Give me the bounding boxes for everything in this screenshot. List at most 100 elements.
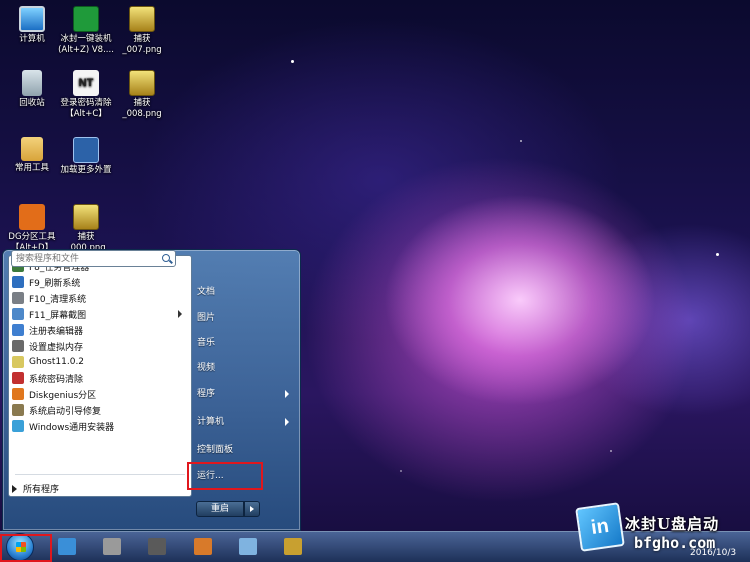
taskbar-pen[interactable] bbox=[231, 535, 265, 559]
program-item-label: Ghost11.0.2 bbox=[29, 357, 85, 367]
installer-icon bbox=[12, 420, 24, 432]
program-item-clean-system[interactable]: F10_清理系统 bbox=[12, 290, 86, 306]
png-file-icon bbox=[129, 6, 155, 32]
desktop-icon-label: 冰封一键装机 (Alt+Z) V8.... bbox=[58, 34, 114, 55]
load-more-icon bbox=[73, 137, 99, 163]
nt-glyph: NT bbox=[78, 77, 94, 89]
desktop-icon-ice-installer[interactable]: 冰封一键装机 (Alt+Z) V8.... bbox=[54, 6, 118, 56]
memory-icon bbox=[12, 340, 24, 352]
png-file-icon bbox=[129, 70, 155, 96]
program-item-label: F10_清理系统 bbox=[29, 294, 87, 305]
right-item-label: 文档 bbox=[197, 287, 216, 297]
star bbox=[716, 253, 719, 256]
star bbox=[400, 470, 402, 472]
start-right-music[interactable]: 音乐 bbox=[197, 335, 297, 351]
program-item-label: F9_刷新系统 bbox=[29, 278, 81, 289]
password-clear-icon: NT bbox=[73, 70, 99, 96]
broom-icon bbox=[12, 292, 24, 304]
desktop-icon-capture-008[interactable]: 捕获 _008.png bbox=[110, 70, 174, 120]
all-programs-label: 所有程序 bbox=[23, 485, 60, 495]
right-item-label: 图片 bbox=[197, 313, 216, 323]
search-input[interactable] bbox=[11, 250, 176, 267]
tool-icon bbox=[103, 538, 121, 555]
program-item-registry-editor[interactable]: 注册表编辑器 bbox=[12, 322, 83, 338]
screenshot-icon bbox=[12, 308, 24, 320]
key-icon bbox=[12, 372, 24, 384]
png-file-icon bbox=[73, 204, 99, 230]
right-item-label: 音乐 bbox=[197, 338, 216, 348]
program-item-password-clear[interactable]: 系统密码清除 bbox=[12, 370, 83, 386]
submenu-arrow-icon bbox=[178, 310, 182, 318]
recycle-bin-icon bbox=[22, 70, 42, 96]
pen-icon bbox=[239, 538, 257, 555]
program-item-label: 设置虚拟内存 bbox=[29, 342, 84, 353]
program-item-windows-installer[interactable]: Windows通用安装器 bbox=[12, 418, 114, 434]
desktop-icon-label: 捕获 _008.png bbox=[122, 98, 162, 119]
desktop-icon-capture-007[interactable]: 捕获 _007.png bbox=[110, 6, 174, 56]
start-right-pictures[interactable]: 图片 bbox=[197, 310, 297, 326]
taskbar-tool[interactable] bbox=[95, 535, 129, 559]
registry-icon bbox=[12, 324, 24, 336]
watermark-logo-text: in bbox=[589, 514, 611, 540]
right-item-label: 计算机 bbox=[197, 417, 225, 427]
watermark-logo: in bbox=[575, 502, 625, 552]
program-item-label: 系统启动引导修复 bbox=[29, 406, 102, 417]
clock-date: 2016/10/3 bbox=[690, 548, 737, 558]
submenu-arrow-icon bbox=[285, 418, 289, 426]
program-item-screenshot[interactable]: F11_屏幕截图 bbox=[12, 306, 188, 322]
star bbox=[610, 450, 612, 452]
start-highlight-box bbox=[0, 534, 52, 562]
desktop-icon-load-more[interactable]: 加载更多外置 bbox=[54, 137, 118, 176]
memory-icon bbox=[148, 538, 166, 555]
taskbar-setup[interactable] bbox=[186, 535, 220, 559]
diskgenius-icon bbox=[19, 204, 45, 230]
folder-icon bbox=[21, 137, 43, 161]
start-right-documents[interactable]: 文档 bbox=[197, 284, 297, 300]
star bbox=[291, 60, 294, 63]
desktop-icon-password-clear[interactable]: NT 登录密码清除 【Alt+C】 bbox=[54, 70, 118, 120]
taskbar-memory[interactable] bbox=[140, 535, 174, 559]
program-list: F8_任务管理器 F9_刷新系统 F10_清理系统 F11_屏幕截图 注册表编辑… bbox=[8, 255, 192, 497]
program-item-virtual-memory[interactable]: 设置虚拟内存 bbox=[12, 338, 83, 354]
start-right-control-panel[interactable]: 控制面板 bbox=[197, 442, 297, 458]
start-right-videos[interactable]: 视频 bbox=[197, 360, 297, 376]
refresh-icon bbox=[12, 276, 24, 288]
run-highlight-box bbox=[187, 462, 263, 490]
desktop-icon-label: 加载更多外置 bbox=[60, 165, 112, 175]
ghost-icon bbox=[12, 356, 24, 368]
program-item-label: Diskgenius分区 bbox=[29, 390, 97, 401]
computer-icon bbox=[19, 6, 45, 32]
all-programs-button[interactable]: 所有程序 bbox=[12, 482, 59, 495]
taskbar-desktop[interactable] bbox=[50, 535, 84, 559]
ice-installer-icon bbox=[73, 6, 99, 32]
submenu-arrow-icon bbox=[285, 390, 289, 398]
separator bbox=[15, 474, 185, 475]
setup-icon bbox=[194, 538, 212, 555]
desktop-icon-label: 捕获 _007.png bbox=[122, 34, 162, 55]
program-item-label: 系统密码清除 bbox=[29, 374, 84, 385]
program-item-diskgenius[interactable]: Diskgenius分区 bbox=[12, 386, 96, 402]
right-item-label: 控制面板 bbox=[197, 445, 234, 455]
start-right-computer[interactable]: 计算机 bbox=[197, 414, 297, 430]
start-right-programs[interactable]: 程序 bbox=[197, 386, 297, 402]
program-item-label: 注册表编辑器 bbox=[29, 326, 84, 337]
star bbox=[520, 140, 522, 142]
right-item-label: 程序 bbox=[197, 389, 216, 399]
program-item-ghost[interactable]: Ghost11.0.2 bbox=[12, 354, 84, 370]
desktop-icon-label: 登录密码清除 【Alt+C】 bbox=[60, 98, 112, 119]
diskgenius-icon bbox=[12, 388, 24, 400]
program-item-boot-repair[interactable]: 系统启动引导修复 bbox=[12, 402, 101, 418]
boot-repair-icon bbox=[12, 404, 24, 416]
triangle-right-icon bbox=[12, 484, 17, 493]
search-icon[interactable] bbox=[162, 254, 170, 262]
restart-options-button[interactable] bbox=[244, 501, 260, 517]
program-item-refresh-system[interactable]: F9_刷新系统 bbox=[12, 274, 80, 290]
desktop-icon-capture-000[interactable]: 捕获 _000.png bbox=[54, 204, 118, 254]
right-item-label: 视频 bbox=[197, 363, 216, 373]
program-item-label: Windows通用安装器 bbox=[29, 422, 115, 433]
show-desktop-icon bbox=[58, 538, 76, 555]
watermark-title: 冰封U盘启动 bbox=[625, 515, 720, 533]
taskbar-capture[interactable] bbox=[276, 535, 310, 559]
capture-icon bbox=[284, 538, 302, 555]
restart-button[interactable]: 重启 bbox=[196, 501, 244, 517]
